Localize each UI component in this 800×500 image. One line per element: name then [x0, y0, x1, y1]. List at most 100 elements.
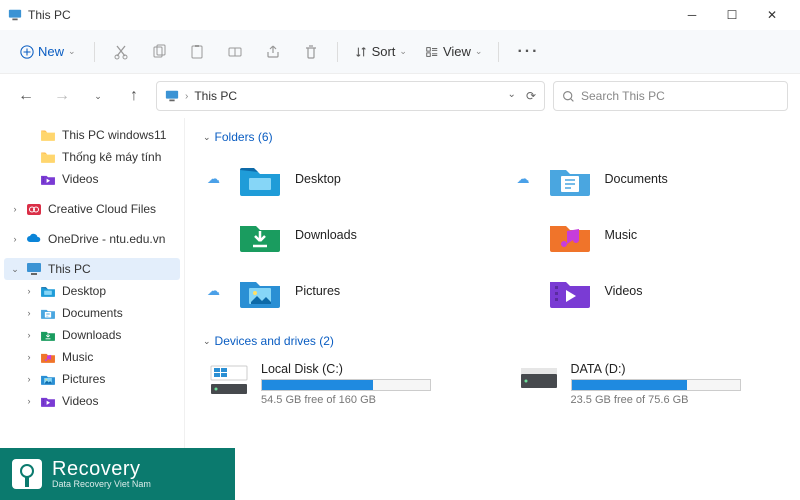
folder-desktop[interactable]: ☁ Desktop — [203, 154, 473, 204]
share-button[interactable] — [257, 36, 289, 68]
view-icon — [425, 45, 439, 59]
sidebar-item-label: Documents — [62, 306, 123, 320]
desktop-icon — [237, 160, 283, 198]
new-button[interactable]: New ⌄ — [12, 40, 84, 63]
cloud-icon: ☁ — [207, 171, 225, 187]
music-icon — [547, 216, 593, 254]
sidebar-item-documents[interactable]: › Documents — [0, 302, 184, 324]
folder-label: Desktop — [295, 172, 341, 186]
downloads-icon — [237, 216, 283, 254]
navbar: ← → ⌄ ↑ › This PC ⌄ ⟳ Search This PC — [0, 74, 800, 118]
sidebar-item-this-pc[interactable]: ⌄ This PC — [4, 258, 180, 280]
folder-icon — [40, 149, 56, 165]
pictures-icon — [237, 272, 283, 310]
back-button[interactable]: ← — [12, 82, 40, 110]
view-button[interactable]: View ⌄ — [419, 40, 489, 63]
search-icon — [562, 90, 575, 103]
cut-button[interactable] — [105, 36, 137, 68]
search-input[interactable]: Search This PC — [553, 81, 788, 111]
drive-label: Local Disk (C:) — [261, 362, 469, 376]
content-area: ⌄ Folders (6) ☁ Desktop☁ Documents Downl… — [185, 118, 800, 500]
sidebar-item-videos[interactable]: Videos — [0, 168, 184, 190]
titlebar: This PC ─ ☐ ✕ — [0, 0, 800, 30]
drive-local-disk-c-[interactable]: Local Disk (C:) 54.5 GB free of 160 GB — [203, 358, 473, 410]
chevron-icon: › — [24, 396, 34, 406]
watermark: Recovery Data Recovery Viet Nam — [0, 448, 235, 500]
sort-icon — [354, 45, 368, 59]
folder-label: Downloads — [295, 228, 357, 242]
sidebar-item-pictures[interactable]: › Pictures — [0, 368, 184, 390]
address-dropdown-icon[interactable]: ⌄ — [508, 89, 516, 103]
sidebar-item-label: This PC windows11 — [62, 128, 166, 142]
cloud-icon: ☁ — [207, 283, 225, 299]
chevron-icon: › — [10, 234, 20, 244]
cc-icon — [26, 201, 42, 217]
folder-documents[interactable]: ☁ Documents — [513, 154, 783, 204]
rename-button[interactable] — [219, 36, 251, 68]
address-bar[interactable]: › This PC ⌄ ⟳ — [156, 81, 545, 111]
forward-button[interactable]: → — [48, 82, 76, 110]
videos-icon — [40, 171, 56, 187]
chevron-icon: › — [24, 286, 34, 296]
drive-free-text: 23.5 GB free of 75.6 GB — [571, 394, 779, 406]
paste-button[interactable] — [181, 36, 213, 68]
videos-icon — [547, 272, 593, 310]
sidebar-item-creative-cloud-files[interactable]: ›Creative Cloud Files — [0, 198, 184, 220]
path-segment[interactable]: This PC — [194, 89, 237, 103]
copy-button[interactable] — [143, 36, 175, 68]
music-icon — [40, 349, 56, 365]
documents-icon — [40, 305, 56, 321]
folder-label: Videos — [605, 284, 643, 298]
pictures-icon — [40, 371, 56, 387]
sidebar-item-label: Thống kê máy tính — [62, 150, 161, 164]
folder-icon — [40, 127, 56, 143]
up-button[interactable]: ↑ — [120, 82, 148, 110]
folder-music[interactable]: Music — [513, 210, 783, 260]
chevron-icon: › — [24, 374, 34, 384]
recent-button[interactable]: ⌄ — [84, 82, 112, 110]
folder-videos[interactable]: Videos — [513, 266, 783, 316]
folder-label: Documents — [605, 172, 668, 186]
sidebar-item-label: Videos — [62, 394, 98, 408]
drive-usage-bar — [261, 379, 431, 391]
toolbar: New ⌄ Sort ⌄ View ⌄ ··· — [0, 30, 800, 74]
delete-button[interactable] — [295, 36, 327, 68]
sidebar-item-label: Videos — [62, 172, 98, 186]
sidebar-item-label: Pictures — [62, 372, 105, 386]
chevron-icon: ⌄ — [10, 264, 20, 275]
sidebar-item-downloads[interactable]: ›Downloads — [0, 324, 184, 346]
chevron-down-icon: ⌄ — [203, 132, 211, 143]
sort-button[interactable]: Sort ⌄ — [348, 40, 413, 63]
sidebar-item-music[interactable]: ›Music — [0, 346, 184, 368]
drive-data-d-[interactable]: DATA (D:) 23.5 GB free of 75.6 GB — [513, 358, 783, 410]
minimize-button[interactable]: ─ — [672, 1, 712, 29]
folder-downloads[interactable]: Downloads — [203, 210, 473, 260]
folder-pictures[interactable]: ☁ Pictures — [203, 266, 473, 316]
desktop-icon — [40, 283, 56, 299]
drive-label: DATA (D:) — [571, 362, 779, 376]
videos-icon — [40, 393, 56, 409]
maximize-button[interactable]: ☐ — [712, 1, 752, 29]
window-title: This PC — [28, 8, 672, 22]
chevron-icon: › — [10, 204, 20, 214]
sidebar-item-onedrive-ntu-edu-vn[interactable]: ›OneDrive - ntu.edu.vn — [0, 228, 184, 250]
sidebar-item-videos[interactable]: › Videos — [0, 390, 184, 412]
refresh-button[interactable]: ⟳ — [526, 89, 536, 103]
close-button[interactable]: ✕ — [752, 1, 792, 29]
sidebar-item-th-ng-k-m-y-t-nh[interactable]: Thống kê máy tính — [0, 146, 184, 168]
sidebar-item-label: This PC — [48, 262, 91, 276]
folder-label: Pictures — [295, 284, 340, 298]
folder-label: Music — [605, 228, 638, 242]
plus-icon — [20, 45, 34, 59]
chevron-icon: › — [24, 308, 34, 318]
sidebar-item-this-pc-windows11[interactable]: This PC windows11 — [0, 124, 184, 146]
drives-section-header[interactable]: ⌄ Devices and drives (2) — [203, 334, 782, 348]
chevron-down-icon: ⌄ — [203, 336, 211, 347]
drive-icon — [207, 362, 251, 398]
more-button[interactable]: ··· — [509, 43, 547, 61]
folders-section-header[interactable]: ⌄ Folders (6) — [203, 130, 782, 144]
documents-icon — [547, 160, 593, 198]
sidebar-item-desktop[interactable]: ›Desktop — [0, 280, 184, 302]
pc-icon — [26, 261, 42, 277]
chevron-icon: › — [24, 352, 34, 362]
